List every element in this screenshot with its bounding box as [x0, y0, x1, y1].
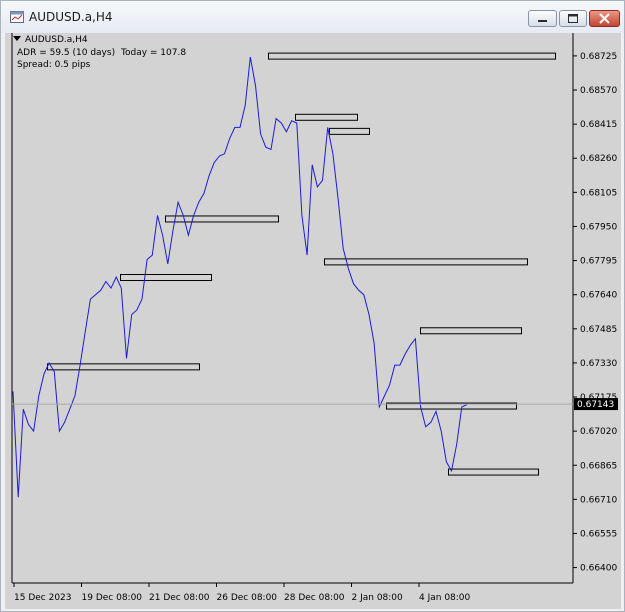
x-tick-label: 19 Dec 08:00	[82, 593, 143, 603]
maximize-button[interactable]	[559, 10, 587, 27]
y-tick-label: 0.68570	[580, 86, 617, 96]
chart-area[interactable]: 0.68725 0.68570 0.68415 0.68260 0.68105 0.679…	[5, 33, 621, 609]
zone-rectangle[interactable]	[165, 215, 279, 223]
y-tick-label: 0.67795	[580, 257, 617, 267]
symbol-label: AUDUSD.a,H4	[25, 35, 88, 45]
close-icon	[599, 13, 610, 24]
title-bar[interactable]: AUDUSD.a,H4	[1, 1, 624, 33]
x-tick-label: 4 Jan 08:00	[419, 593, 471, 603]
zone-rectangle[interactable]	[268, 52, 556, 60]
zones-layer	[47, 52, 556, 476]
y-tick-label: 0.67950	[580, 222, 617, 232]
maximize-icon	[568, 14, 578, 23]
zone-rectangle[interactable]	[329, 127, 370, 135]
zone-rectangle[interactable]	[295, 113, 358, 121]
y-tick-label: 0.67485	[580, 325, 617, 335]
y-tick-label: 0.67020	[580, 427, 617, 437]
dropdown-triangle-icon	[13, 36, 21, 41]
y-tick-label: 0.66865	[580, 461, 617, 471]
current-price-label: 0.67143	[577, 400, 614, 410]
y-tick-label: 0.68725	[580, 52, 617, 62]
spread-text: Spread: 0.5 pips	[17, 60, 91, 70]
y-tick-label: 0.66400	[580, 564, 617, 574]
minimize-button[interactable]	[528, 10, 557, 27]
window-title: AUDUSD.a,H4	[29, 10, 113, 24]
zone-rectangle[interactable]	[120, 274, 212, 282]
x-tick-label: 15 Dec 2023	[14, 593, 72, 603]
today-range-text: Today = 107.8	[121, 48, 187, 58]
y-tick-label: 0.68260	[580, 154, 617, 164]
x-tick-label: 28 Dec 08:00	[284, 593, 345, 603]
x-tick-label: 2 Jan 08:00	[352, 593, 404, 603]
zone-rectangle[interactable]	[324, 258, 528, 266]
zone-rectangle[interactable]	[47, 363, 200, 371]
chart-window: AUDUSD.a,H4 0.68725 0.68570 0.68415 0.68260…	[0, 0, 625, 612]
price-chart[interactable]: 0.68725 0.68570 0.68415 0.68260 0.68105 0.679…	[5, 33, 621, 609]
chart-window-icon	[10, 11, 24, 23]
x-tick-label: 26 Dec 08:00	[217, 593, 278, 603]
series-layer	[12, 56, 468, 498]
y-tick-label: 0.67640	[580, 291, 617, 301]
y-tick-label: 0.67330	[580, 359, 617, 369]
y-tick-label: 0.68415	[580, 120, 617, 130]
close-button[interactable]	[589, 10, 620, 27]
zone-rectangle[interactable]	[420, 327, 522, 335]
adr-text: ADR = 59.5 (10 days)	[17, 48, 116, 58]
zone-rectangle[interactable]	[448, 468, 539, 476]
y-tick-label: 0.68105	[580, 188, 617, 198]
minimize-icon	[538, 20, 547, 22]
y-tick-label: 0.66555	[580, 529, 617, 539]
y-tick-label: 0.66710	[580, 495, 617, 505]
x-tick-label: 21 Dec 08:00	[149, 593, 210, 603]
price-line	[12, 56, 468, 498]
symbol-header: AUDUSD.a,H4	[13, 35, 88, 45]
